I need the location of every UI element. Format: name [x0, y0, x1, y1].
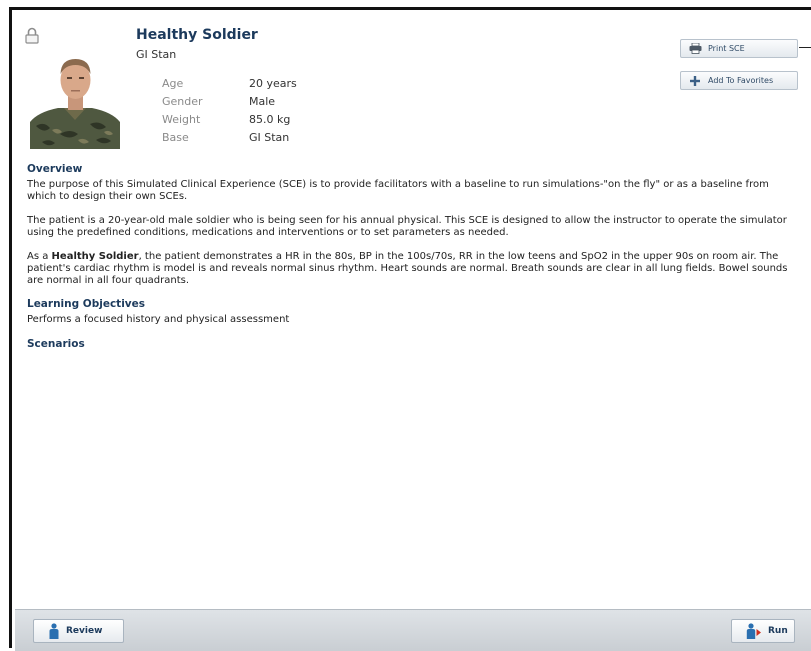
print-sce-button[interactable]: Print SCE — [680, 39, 798, 58]
info-label: Gender — [162, 95, 203, 108]
info-value: Male — [249, 95, 276, 108]
main-panel: Healthy Soldier GI Stan Age 20 years Gen… — [9, 7, 811, 651]
info-value: 20 years — [249, 77, 297, 90]
p3-prefix: As a — [27, 251, 52, 262]
person-run-icon — [746, 623, 762, 639]
info-row-age: Age 20 years — [162, 75, 297, 93]
info-label: Weight — [162, 113, 201, 126]
bottom-toolbar: Review Run — [15, 609, 811, 651]
patient-photo — [30, 50, 120, 149]
person-icon — [48, 623, 60, 639]
overview-paragraph-1: The purpose of this Simulated Clinical E… — [27, 179, 769, 202]
pointer-line — [799, 47, 811, 48]
printer-icon — [688, 43, 702, 55]
add-to-favorites-label: Add To Favorites — [708, 76, 774, 85]
overview-paragraph-3: As a Healthy Soldier, the patient demons… — [27, 251, 797, 287]
info-row-gender: Gender Male — [162, 93, 297, 111]
overview-paragraph-2: The patient is a 20-year-old male soldie… — [27, 215, 787, 238]
learning-objectives-text: Performs a focused history and physical … — [27, 314, 290, 325]
review-button[interactable]: Review — [33, 619, 124, 643]
info-row-weight: Weight 85.0 kg — [162, 111, 297, 129]
plus-icon — [688, 75, 702, 87]
review-label: Review — [66, 626, 103, 636]
info-label: Age — [162, 77, 184, 90]
lock-icon[interactable] — [25, 27, 39, 48]
p3-bold: Healthy Soldier — [51, 251, 139, 262]
overview-heading: Overview — [27, 163, 83, 175]
description-content: Overview The purpose of this Simulated C… — [27, 163, 797, 354]
info-value: GI Stan — [249, 131, 290, 144]
add-to-favorites-button[interactable]: Add To Favorites — [680, 71, 798, 90]
info-row-base: Base GI Stan — [162, 129, 297, 147]
scenarios-heading: Scenarios — [27, 338, 85, 350]
run-button[interactable]: Run — [731, 619, 795, 643]
info-label: Base — [162, 131, 189, 144]
patient-info: Age 20 years Gender Male Weight 85.0 kg … — [162, 75, 297, 147]
patient-title: Healthy Soldier — [136, 27, 258, 43]
learning-objectives-heading: Learning Objectives — [27, 298, 146, 310]
patient-subtitle: GI Stan — [136, 48, 177, 61]
print-sce-label: Print SCE — [708, 44, 745, 53]
run-label: Run — [768, 626, 788, 636]
p3-rest: , the patient demonstrates a HR in the 8… — [27, 251, 788, 286]
info-value: 85.0 kg — [249, 113, 291, 126]
